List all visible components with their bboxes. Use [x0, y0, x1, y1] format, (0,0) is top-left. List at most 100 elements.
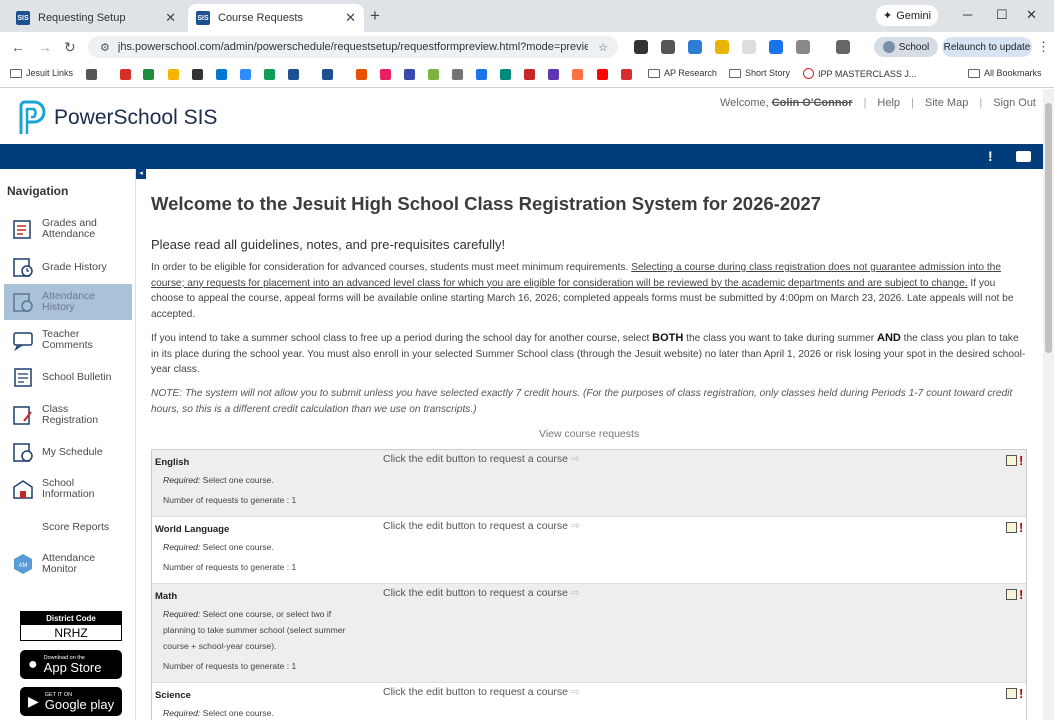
edit-instruction: Click the edit button to request a cours…: [383, 520, 580, 532]
sidebar-item-attendance-monitor[interactable]: AM Attendance Monitor: [4, 546, 132, 582]
grades-icon: [13, 220, 31, 239]
navigation-heading: Navigation: [7, 184, 69, 198]
cast-icon[interactable]: [836, 40, 850, 54]
sidebar-item-school-information[interactable]: School Information: [4, 471, 132, 507]
maximize-icon[interactable]: ☐: [996, 7, 1008, 23]
menu-kebab-icon[interactable]: ⋮: [1037, 39, 1050, 55]
extension-icon[interactable]: [769, 40, 783, 54]
district-code-box: District Code NRHZ: [20, 611, 122, 641]
extension-icon[interactable]: [634, 40, 648, 54]
bookmark-icon[interactable]: [428, 69, 439, 80]
bookmark-icon: [803, 68, 814, 79]
tab-course-requests[interactable]: SIS Course Requests ✕: [188, 4, 364, 32]
sidebar-item-grade-history[interactable]: Grade History: [4, 249, 132, 285]
tab-label: Requesting Setup: [38, 12, 126, 24]
sidebar-item-teacher-comments[interactable]: Teacher Comments: [4, 322, 132, 358]
relaunch-button[interactable]: Relaunch to update: [942, 37, 1032, 57]
sis-icon[interactable]: [288, 69, 299, 80]
sidebar-item-grades-attendance[interactable]: Grades and Attendance: [4, 211, 132, 247]
requirement-text: Required: Select one course.: [163, 708, 274, 718]
page-scrollbar[interactable]: [1043, 89, 1054, 720]
sidebar-item-my-schedule[interactable]: My Schedule: [4, 434, 132, 470]
requirement-text: Required: Select one course, or select t…: [163, 609, 346, 651]
edit-button[interactable]: [1006, 522, 1017, 533]
new-tab-icon[interactable]: +: [370, 6, 380, 26]
sis-favicon-icon: SIS: [196, 11, 210, 25]
bookmark-jesuit-links[interactable]: Jesuit Links: [10, 68, 73, 78]
sidebar-item-label: My Schedule: [42, 445, 103, 458]
bookmark-all-bookmarks[interactable]: All Bookmarks: [968, 68, 1042, 78]
app-store-button[interactable]: ● Download on the App Store: [20, 650, 122, 679]
bookmark-short-story[interactable]: Short Story: [729, 68, 790, 78]
extension-icon[interactable]: [742, 40, 756, 54]
bookmark-icon[interactable]: [168, 69, 179, 80]
page-title: Welcome to the Jesuit High School Class …: [151, 193, 821, 214]
edit-button[interactable]: [1006, 455, 1017, 466]
bookmark-ipp-masterclass[interactable]: IPP MASTERCLASS J...: [803, 68, 916, 79]
youtube-icon[interactable]: [597, 69, 608, 80]
sis-icon[interactable]: [322, 69, 333, 80]
extension-icon[interactable]: [715, 40, 729, 54]
extension-icon[interactable]: [688, 40, 702, 54]
bookmark-label: Jesuit Links: [26, 68, 74, 78]
requirement-text: Required: Select one course.: [163, 475, 274, 485]
drive-icon[interactable]: [143, 69, 154, 80]
site-info-icon[interactable]: ⚙: [100, 41, 110, 54]
required-alert-icon: !: [1019, 587, 1024, 602]
edit-button[interactable]: [1006, 688, 1017, 699]
edit-button[interactable]: [1006, 589, 1017, 600]
help-link[interactable]: Help: [877, 97, 900, 109]
comments-icon: [13, 332, 33, 351]
bookmark-star-icon[interactable]: ☆: [598, 41, 608, 54]
site-map-link[interactable]: Site Map: [925, 97, 968, 109]
print-icon[interactable]: [1016, 151, 1031, 162]
profile-button[interactable]: School: [874, 37, 938, 57]
bookmark-icon[interactable]: [192, 69, 203, 80]
bookmark-icon[interactable]: [404, 69, 415, 80]
forward-icon[interactable]: →: [38, 39, 52, 55]
bookmark-icon[interactable]: [264, 69, 275, 80]
play-icon: ▶: [28, 693, 39, 709]
credit-hours-note: NOTE: The system will not allow you to s…: [151, 388, 1013, 415]
divider: |: [911, 97, 914, 109]
bookmark-icon[interactable]: [356, 69, 367, 80]
collapse-sidebar-icon[interactable]: ◂: [136, 169, 146, 179]
view-course-requests-link[interactable]: View course requests: [539, 428, 639, 440]
extension-icon[interactable]: [661, 40, 675, 54]
scrollbar-thumb[interactable]: [1045, 103, 1052, 353]
url-field[interactable]: ⚙ jhs.powerschool.com/admin/powerschedul…: [88, 36, 618, 58]
zoom-icon[interactable]: [240, 69, 251, 80]
folder-icon: [10, 68, 22, 78]
bookmark-icon[interactable]: [452, 69, 463, 80]
close-tab-icon[interactable]: ✕: [165, 10, 176, 26]
close-tab-icon[interactable]: ✕: [345, 10, 356, 26]
sidebar-item-school-bulletin[interactable]: School Bulletin: [4, 359, 132, 395]
alert-icon[interactable]: !: [988, 148, 993, 164]
extensions-puzzle-icon[interactable]: [796, 40, 810, 54]
sidebar-item-attendance-history[interactable]: Attendance History: [4, 284, 132, 320]
request-row-math: Math Required: Select one course, or sel…: [152, 584, 1026, 683]
bookmark-ap-research[interactable]: AP Research: [648, 68, 717, 78]
bookmark-icon[interactable]: [476, 69, 487, 80]
gmail-icon[interactable]: [120, 69, 131, 80]
bookmark-icon[interactable]: [500, 69, 511, 80]
window-close-icon[interactable]: ✕: [1026, 7, 1037, 23]
sidebar-item-score-reports[interactable]: Score Reports: [4, 509, 132, 545]
bookmark-icon[interactable]: [548, 69, 559, 80]
google-play-button[interactable]: ▶ GET IT ON Google play: [20, 687, 122, 716]
sign-out-link[interactable]: Sign Out: [993, 97, 1036, 109]
bookmark-icon[interactable]: [621, 69, 632, 80]
bookmark-icon[interactable]: [572, 69, 583, 80]
apps-grid-icon[interactable]: [86, 69, 97, 80]
gemini-button[interactable]: ✦ Gemini: [876, 5, 938, 26]
bookmark-icon[interactable]: [380, 69, 391, 80]
back-icon[interactable]: ←: [11, 39, 25, 55]
reload-icon[interactable]: ↻: [64, 39, 76, 56]
tab-requesting-setup[interactable]: SIS Requesting Setup ✕: [8, 4, 184, 32]
avatar: [882, 41, 895, 53]
sidebar-item-class-registration[interactable]: Class Registration: [4, 397, 132, 433]
bookmark-icon[interactable]: [524, 69, 535, 80]
app-store-big: App Store: [43, 660, 102, 675]
bookmark-icon[interactable]: [216, 69, 227, 80]
minimize-icon[interactable]: ─: [963, 7, 972, 22]
